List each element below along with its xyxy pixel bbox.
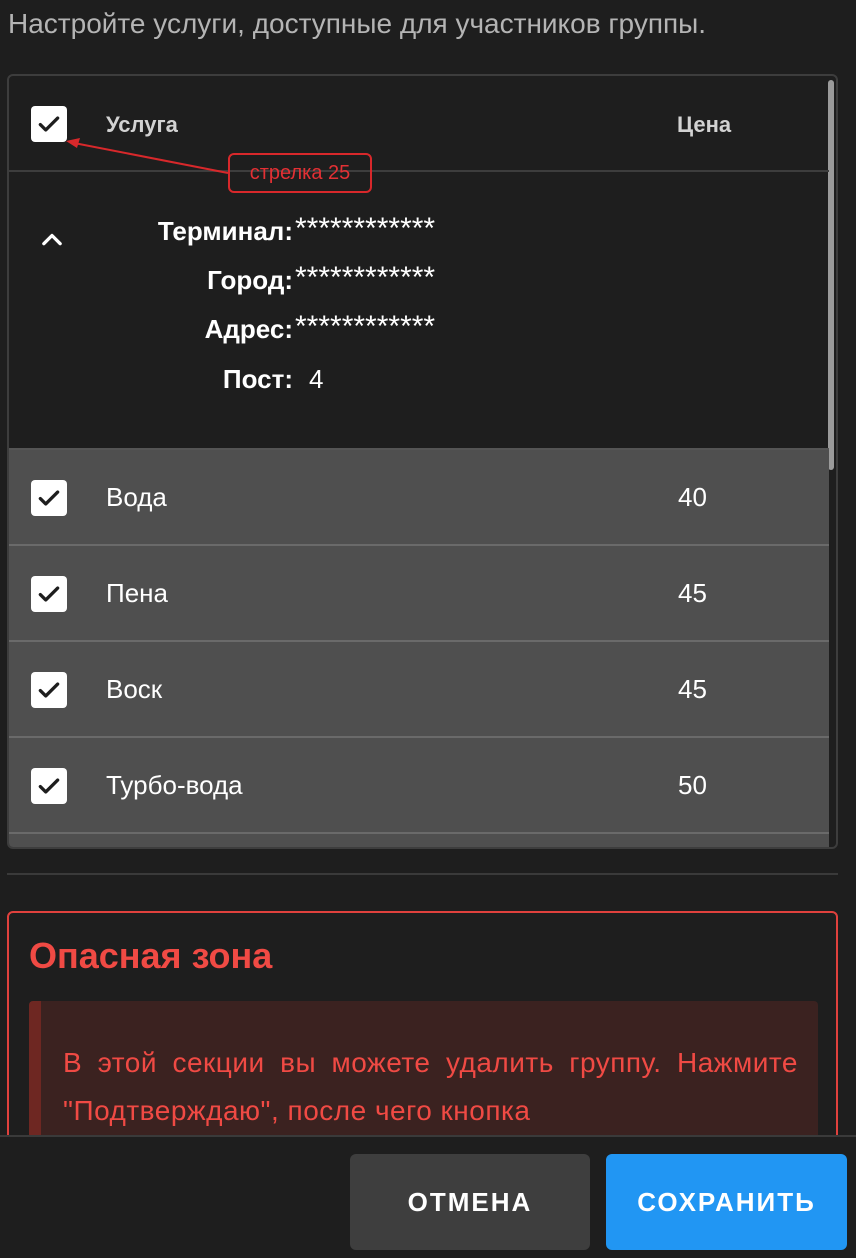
checkmark-icon (38, 116, 60, 132)
dialog-footer: ОТМЕНА СОХРАНИТЬ (0, 1135, 856, 1258)
post-value: 4 (309, 364, 325, 394)
annotation-label: стрелка 25 (228, 153, 372, 193)
checkmark-icon (38, 586, 60, 602)
checkmark-icon (38, 682, 60, 698)
row-checkbox[interactable] (31, 576, 67, 612)
address-label: Адрес: (204, 314, 293, 344)
terminal-row: Терминал: ************ (9, 212, 809, 256)
service-price: 50 (678, 770, 707, 800)
danger-title: Опасная зона (29, 935, 273, 976)
terminal-label: Терминал: (157, 216, 293, 246)
row-checkbox[interactable] (31, 480, 67, 516)
city-value: ************ (295, 261, 436, 294)
service-name: Вода (106, 482, 167, 512)
header-price: Цена (677, 112, 732, 137)
post-label: Пост: (222, 364, 293, 394)
service-name: Воск (106, 674, 163, 704)
service-name: Турбо-вода (106, 770, 243, 800)
table-header: Услуга Цена (9, 76, 829, 172)
section-divider (7, 873, 838, 875)
city-label: Город: (207, 265, 293, 295)
row-checkbox[interactable] (31, 768, 67, 804)
checkmark-icon (38, 490, 60, 506)
save-button[interactable]: СОХРАНИТЬ (606, 1154, 847, 1250)
post-row: Пост: 4 (9, 364, 809, 404)
danger-zone: Опасная зона В этой секции вы можете уда… (7, 911, 838, 1171)
cancel-button[interactable]: ОТМЕНА (350, 1154, 590, 1250)
checkmark-icon (38, 778, 60, 794)
table-row[interactable]: Вода 40 (9, 450, 829, 546)
table-row[interactable]: Пена 45 (9, 546, 829, 642)
terminal-value: ************ (295, 212, 436, 245)
service-price: 45 (678, 674, 707, 704)
services-table: Услуга Цена Терминал: ************ Город… (7, 74, 838, 849)
intro-text: Настройте услуги, доступные для участник… (8, 8, 707, 39)
service-price: 40 (678, 482, 707, 512)
row-checkbox[interactable] (31, 672, 67, 708)
select-all-checkbox[interactable] (31, 106, 67, 142)
table-row[interactable]: Турбо-вода 50 (9, 738, 829, 834)
city-row: Город: ************ (9, 261, 809, 305)
group-info: Терминал: ************ Город: **********… (9, 172, 829, 450)
service-price: 45 (678, 578, 707, 608)
table-row[interactable]: Воск 45 (9, 642, 829, 738)
address-row: Адрес: ************ (9, 310, 809, 354)
header-service: Услуга (106, 112, 178, 137)
address-value: ************ (295, 310, 436, 343)
table-row-partial (9, 834, 829, 847)
service-name: Пена (106, 578, 168, 608)
